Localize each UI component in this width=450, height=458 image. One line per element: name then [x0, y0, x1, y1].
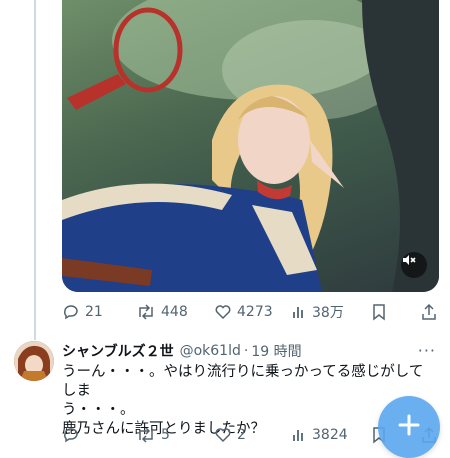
retweet-icon [136, 303, 156, 321]
retweet-button[interactable]: 448 [136, 303, 188, 321]
bookmark-button[interactable] [371, 303, 387, 321]
video-frame [62, 0, 439, 292]
heart-icon [214, 426, 232, 444]
like-count: 4273 [237, 304, 273, 320]
share-button[interactable] [421, 303, 437, 321]
reply-text-line: う・・・。 [62, 402, 135, 418]
share-icon [421, 303, 437, 321]
reply-text-line: うーん・・・。やはり流行りに乗っかってる感じがしてしま [62, 364, 424, 399]
views-button[interactable]: 3824 [291, 426, 348, 444]
bar-chart-icon [291, 303, 307, 321]
reply-header: シャンブルズ２世 @ok61ld · 19 時間 ··· [62, 341, 436, 361]
bookmark-icon [371, 303, 387, 321]
like-count: 2 [237, 427, 246, 443]
thread-line [34, 0, 36, 340]
more-options-icon[interactable]: ··· [418, 341, 436, 360]
views-button[interactable]: 38万 [291, 302, 344, 322]
retweet-icon [136, 426, 156, 444]
reply-author-handle[interactable]: @ok61ld [180, 343, 241, 359]
compose-button[interactable] [378, 396, 440, 458]
header-separator: · [243, 343, 249, 359]
retweet-count: 5 [161, 427, 170, 443]
view-count: 38万 [312, 305, 344, 321]
like-button[interactable]: 4273 [214, 303, 273, 321]
reply-button[interactable]: 21 [62, 303, 103, 321]
retweet-button[interactable]: 5 [136, 426, 170, 444]
reply-count: 21 [85, 304, 103, 320]
reply-icon [62, 426, 80, 444]
retweet-count: 448 [161, 304, 188, 320]
plus-icon [396, 412, 422, 442]
tweet-action-bar: 21 448 4273 38万 [58, 301, 450, 323]
reply-avatar[interactable] [14, 341, 54, 381]
tweet-video[interactable] [62, 0, 439, 292]
view-count: 3824 [312, 427, 348, 443]
like-button[interactable]: 2 [214, 426, 246, 444]
bar-chart-icon [291, 426, 307, 444]
reply-button[interactable] [62, 426, 85, 444]
reply-timestamp[interactable]: 19 時間 [251, 341, 301, 361]
avatar-image [14, 341, 54, 381]
heart-icon [214, 303, 232, 321]
reply-author-name[interactable]: シャンブルズ２世 [62, 341, 174, 361]
reply-icon [62, 303, 80, 321]
mute-toggle-button[interactable] [401, 252, 427, 278]
